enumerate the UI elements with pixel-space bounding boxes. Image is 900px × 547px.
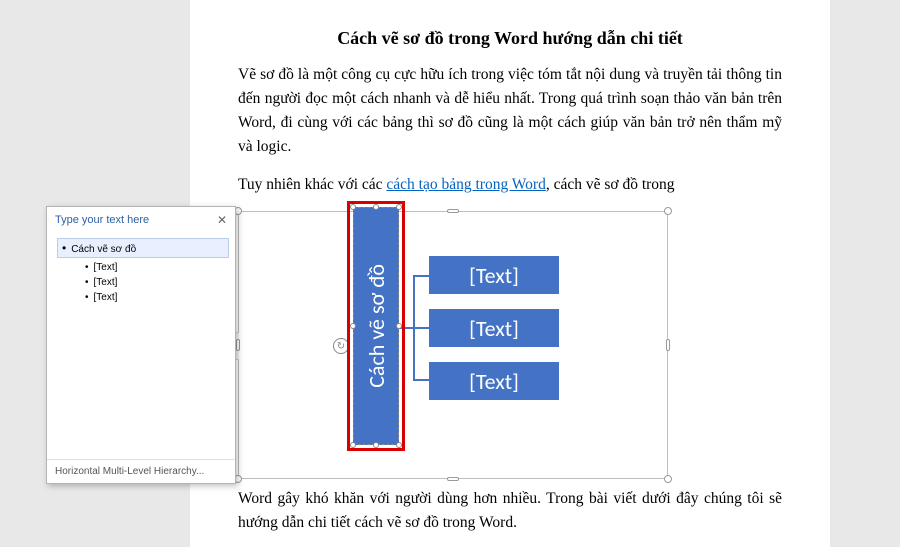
resize-handle[interactable] xyxy=(666,339,670,351)
resize-handle[interactable] xyxy=(664,475,672,483)
resize-handle[interactable] xyxy=(447,209,459,213)
document-page: Cách vẽ sơ đồ trong Word hướng dẫn chi t… xyxy=(190,0,830,547)
resize-handle[interactable] xyxy=(447,477,459,481)
textpane-item-child[interactable]: [Text] xyxy=(57,260,229,275)
shape-handle[interactable] xyxy=(396,204,402,210)
p2-pre: Tuy nhiên khác với các xyxy=(238,176,386,193)
shape-handle[interactable] xyxy=(373,204,379,210)
paragraph-3: Word gây khó khăn với người dùng hơn nhi… xyxy=(238,487,782,535)
textpane-body[interactable]: Cách vẽ sơ đồ [Text] [Text] [Text] xyxy=(47,234,235,459)
smartart-main-text[interactable]: Cách vẽ sơ đồ xyxy=(363,264,390,388)
textpane-item-child[interactable]: [Text] xyxy=(57,290,229,305)
rotate-handle-icon[interactable]: ↻ xyxy=(333,338,349,354)
shape-handle[interactable] xyxy=(350,323,356,329)
connector xyxy=(413,275,429,277)
smartart-main-shape[interactable]: Cách vẽ sơ đồ xyxy=(353,207,399,445)
close-icon[interactable]: ✕ xyxy=(217,213,227,227)
textpane-item-child[interactable]: [Text] xyxy=(57,275,229,290)
inline-link[interactable]: cách tạo bảng trong Word xyxy=(386,176,545,193)
connector xyxy=(413,327,429,329)
smartart-child-shape[interactable]: [Text] xyxy=(429,309,559,347)
shape-handle[interactable] xyxy=(350,442,356,448)
textpane-header[interactable]: Type your text here ✕ xyxy=(47,207,235,234)
doc-title: Cách vẽ sơ đồ trong Word hướng dẫn chi t… xyxy=(238,28,782,49)
shape-handle[interactable] xyxy=(373,442,379,448)
smartart-child-shape[interactable]: [Text] xyxy=(429,256,559,294)
paragraph-2: Tuy nhiên khác với các cách tạo bảng tro… xyxy=(238,173,782,197)
shape-handle[interactable] xyxy=(396,442,402,448)
smartart-text-pane[interactable]: Type your text here ✕ Cách vẽ sơ đồ [Tex… xyxy=(46,206,236,484)
p2-post: , cách vẽ sơ đồ trong xyxy=(546,176,675,193)
textpane-footer[interactable]: Horizontal Multi-Level Hierarchy... xyxy=(47,459,235,483)
paragraph-1: Vẽ sơ đồ là một công cụ cực hữu ích tron… xyxy=(238,63,782,159)
smartart-child-shape[interactable]: [Text] xyxy=(429,362,559,400)
textpane-item-root[interactable]: Cách vẽ sơ đồ xyxy=(57,238,229,258)
resize-handle[interactable] xyxy=(236,339,240,351)
textpane-title: Type your text here xyxy=(55,214,149,226)
smartart-frame[interactable]: ‹ ↻ Cách vẽ sơ đồ [Text] xyxy=(238,211,668,479)
connector xyxy=(413,379,429,381)
shape-handle[interactable] xyxy=(350,204,356,210)
resize-handle[interactable] xyxy=(664,207,672,215)
